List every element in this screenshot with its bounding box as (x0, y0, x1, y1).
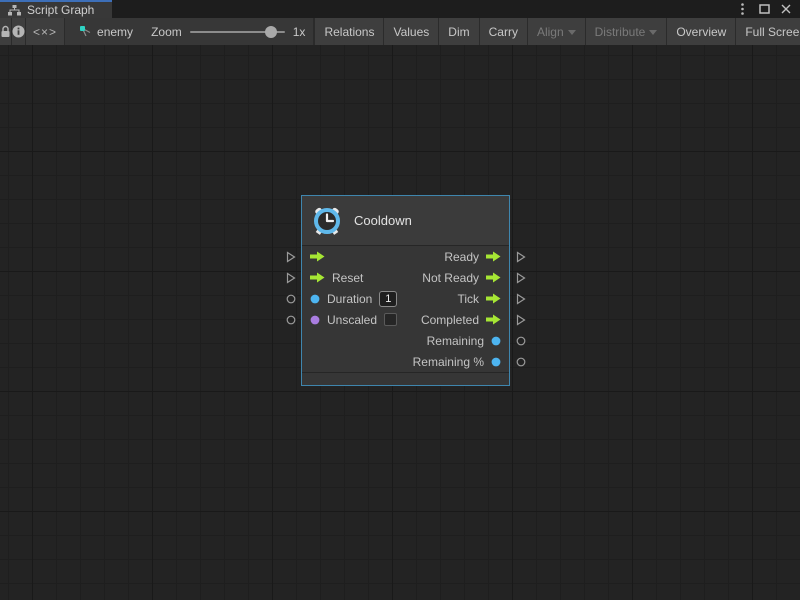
graph-asset-icon (79, 25, 92, 38)
port-label: Remaining (427, 334, 484, 348)
port-label: Tick (457, 292, 479, 306)
values-button[interactable]: Values (383, 18, 438, 45)
breadcrumb[interactable]: enemy (65, 18, 143, 45)
dropdown-caret-icon (649, 30, 657, 35)
unscaled-checkbox[interactable] (384, 313, 397, 326)
lock-icon (0, 25, 11, 38)
flow-output-port[interactable] (486, 272, 501, 283)
maximize-icon[interactable] (756, 2, 772, 16)
flow-output-port[interactable] (486, 293, 501, 304)
code-view-button[interactable] (26, 18, 65, 45)
port-label: Reset (332, 271, 363, 285)
carry-button[interactable]: Carry (479, 18, 527, 45)
info-icon (12, 25, 25, 38)
dim-button[interactable]: Dim (438, 18, 478, 45)
flow-input-port[interactable] (310, 272, 325, 283)
zoom-slider[interactable] (190, 31, 285, 33)
value-input-port[interactable] (310, 315, 320, 325)
alarm-clock-icon (312, 206, 342, 236)
port-circle-icon[interactable] (516, 357, 526, 367)
tab-script-graph[interactable]: Script Graph (0, 0, 112, 18)
port-triangle-icon[interactable] (286, 272, 296, 283)
tab-title: Script Graph (27, 3, 94, 17)
port-row: Remaining % (302, 351, 509, 372)
port-circle-icon[interactable] (286, 315, 296, 325)
port-circle-icon[interactable] (516, 336, 526, 346)
info-button[interactable] (12, 18, 26, 45)
port-label: Ready (444, 250, 479, 264)
node-header[interactable]: Cooldown (302, 196, 509, 246)
distribute-button: Distribute (585, 18, 667, 45)
value-input-port[interactable] (310, 294, 320, 304)
port-row: Ready (302, 246, 509, 267)
port-triangle-icon[interactable] (516, 293, 526, 304)
port-triangle-icon[interactable] (516, 314, 526, 325)
dropdown-caret-icon (568, 30, 576, 35)
cooldown-node[interactable]: Cooldown Ready (301, 195, 510, 386)
lock-button[interactable] (0, 18, 12, 45)
zoom-control: Zoom 1x (143, 18, 314, 45)
toolbar-buttons: Relations Values Dim Carry Align Distrib… (314, 18, 800, 45)
node-footer (302, 372, 509, 385)
port-circle-icon[interactable] (286, 294, 296, 304)
breadcrumb-label: enemy (97, 25, 133, 39)
port-label: Remaining % (413, 355, 484, 369)
close-icon[interactable] (778, 2, 794, 16)
port-label: Unscaled (327, 313, 377, 327)
port-row: Remaining (302, 330, 509, 351)
port-row: Duration Tick (302, 288, 509, 309)
zoom-value: 1x (293, 25, 306, 39)
align-button: Align (527, 18, 585, 45)
graph-canvas[interactable]: Cooldown Ready (0, 45, 800, 600)
node-title: Cooldown (354, 213, 412, 228)
port-label: Duration (327, 292, 372, 306)
overview-button[interactable]: Overview (666, 18, 735, 45)
flow-input-port[interactable] (310, 251, 325, 262)
port-triangle-icon[interactable] (516, 272, 526, 283)
menu-icon[interactable] (734, 2, 750, 16)
code-icon (33, 25, 57, 39)
zoom-slider-handle[interactable] (265, 26, 277, 38)
window-controls (734, 0, 800, 18)
fullscreen-button[interactable]: Full Screen (735, 18, 800, 45)
title-bar: Script Graph (0, 0, 800, 18)
port-label: Completed (421, 313, 479, 327)
port-row: Unscaled Completed (302, 309, 509, 330)
port-triangle-icon[interactable] (286, 251, 296, 262)
flow-output-port[interactable] (486, 251, 501, 262)
flow-output-port[interactable] (486, 314, 501, 325)
graph-toolbar: enemy Zoom 1x Relations Values Dim Carry… (0, 18, 800, 45)
port-triangle-icon[interactable] (516, 251, 526, 262)
port-label: Not Ready (422, 271, 479, 285)
duration-value-input[interactable] (379, 291, 397, 307)
relations-button[interactable]: Relations (314, 18, 383, 45)
value-output-port[interactable] (491, 336, 501, 346)
graph-icon (8, 5, 21, 16)
zoom-label: Zoom (151, 25, 182, 39)
port-row: Reset Not Ready (302, 267, 509, 288)
value-output-port[interactable] (491, 357, 501, 367)
